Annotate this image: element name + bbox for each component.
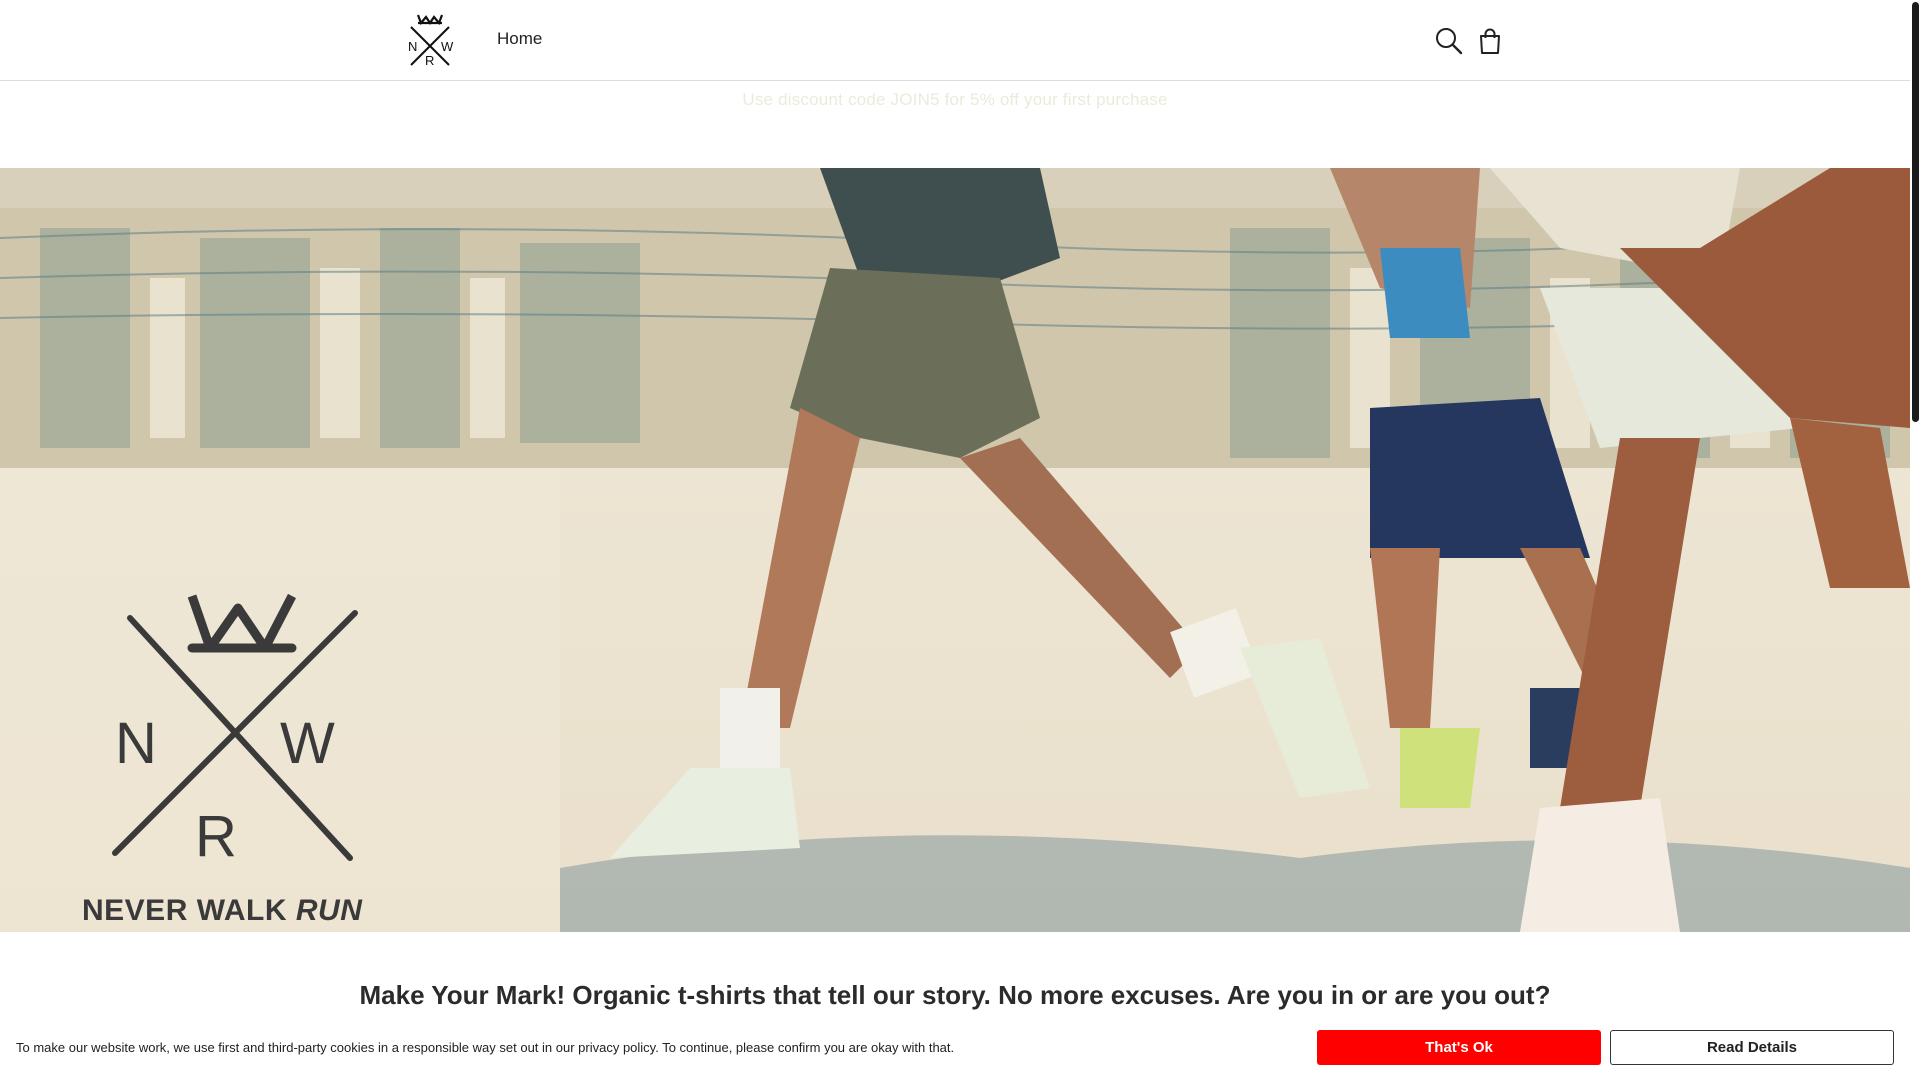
cookie-consent-bar: To make our website work, we use first a… bbox=[0, 1022, 1910, 1080]
site-header: N W R Home bbox=[0, 0, 1910, 81]
nav-home-link[interactable]: Home bbox=[497, 29, 542, 49]
cookie-consent-text: To make our website work, we use first a… bbox=[16, 1040, 955, 1055]
hero-banner: N W R NEVER WALK RUN bbox=[0, 168, 1910, 932]
svg-text:R: R bbox=[195, 804, 237, 868]
shopping-bag-icon[interactable] bbox=[1475, 26, 1505, 56]
search-icon[interactable] bbox=[1434, 26, 1464, 56]
svg-text:N: N bbox=[408, 39, 417, 54]
page-scrollbar-thumb[interactable] bbox=[1912, 2, 1919, 422]
svg-text:N: N bbox=[115, 711, 157, 776]
svg-text:W: W bbox=[280, 711, 335, 776]
brand-logo[interactable]: N W R bbox=[405, 11, 455, 67]
hero-brand-mark: N W R bbox=[112, 593, 358, 868]
read-details-button[interactable]: Read Details bbox=[1610, 1030, 1894, 1065]
svg-text:W: W bbox=[441, 39, 454, 54]
announcement-bar: Use discount code JOIN5 for 5% off your … bbox=[0, 81, 1910, 167]
tagline: Make Your Mark! Organic t-shirts that te… bbox=[359, 980, 1551, 1010]
brand-name-emphasis: RUN bbox=[295, 894, 363, 927]
svg-text:R: R bbox=[425, 53, 434, 67]
hero-brand-name: NEVER WALK RUN bbox=[82, 894, 362, 928]
accept-cookies-button[interactable]: That's Ok bbox=[1317, 1030, 1601, 1065]
announcement-text: Use discount code JOIN5 for 5% off your … bbox=[742, 90, 1168, 109]
brand-name-prefix: NEVER WALK bbox=[82, 894, 296, 927]
